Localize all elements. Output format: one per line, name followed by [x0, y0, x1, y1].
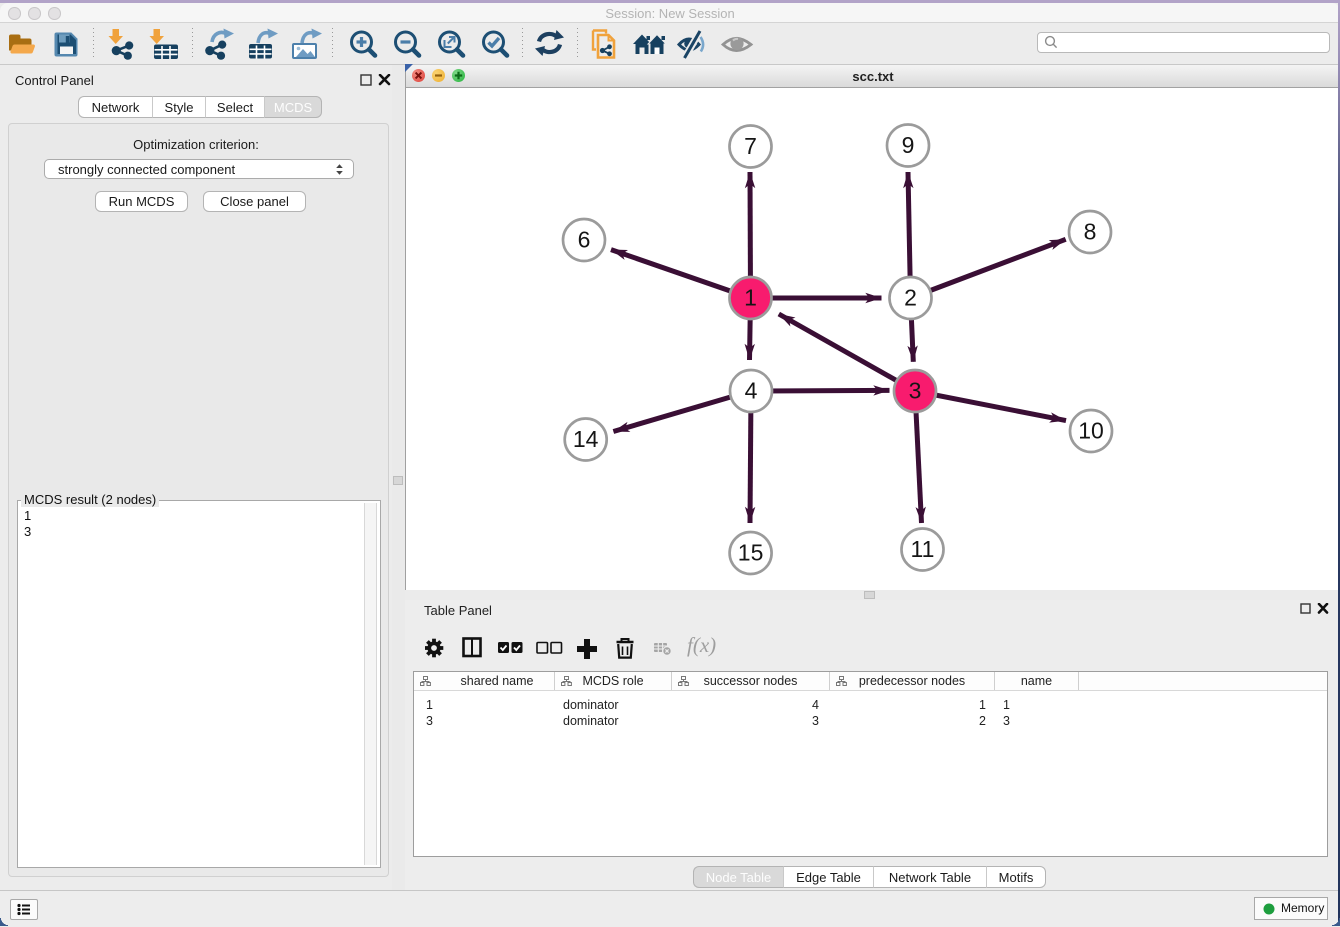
svg-text:14: 14 [573, 426, 599, 452]
svg-text:2: 2 [904, 285, 917, 311]
svg-text:3: 3 [909, 378, 922, 404]
svg-text:8: 8 [1084, 219, 1097, 245]
svg-text:11: 11 [911, 536, 935, 562]
svg-text:1: 1 [744, 285, 757, 311]
svg-text:10: 10 [1078, 418, 1104, 444]
svg-text:15: 15 [738, 540, 764, 566]
svg-text:7: 7 [744, 133, 757, 159]
svg-text:6: 6 [578, 227, 591, 253]
svg-text:4: 4 [745, 378, 758, 404]
svg-text:9: 9 [902, 132, 915, 158]
